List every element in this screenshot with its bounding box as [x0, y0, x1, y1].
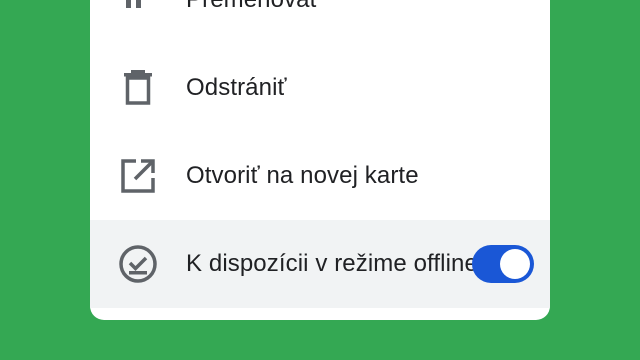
rename-icon [116, 0, 160, 22]
menu-item-label: Odstrániť [186, 74, 287, 101]
menu-item-offline[interactable]: K dispozícii v režime offline [90, 220, 550, 308]
menu-item-open-new-tab[interactable]: Otvoriť na novej karte [90, 132, 550, 220]
context-menu-sheet: Premenovať Odstrániť Otvoriť na nove [90, 0, 550, 320]
menu-item-label: Premenovať [186, 0, 319, 14]
menu-item-label: Otvoriť na novej karte [186, 162, 419, 189]
toggle-knob [500, 249, 530, 279]
menu-item-rename[interactable]: Premenovať [90, 0, 550, 44]
menu-item-label: K dispozícii v režime offline [186, 250, 478, 277]
trash-icon [116, 66, 160, 110]
menu-item-delete[interactable]: Odstrániť [90, 44, 550, 132]
open-in-new-icon [116, 154, 160, 198]
offline-check-icon [116, 242, 160, 286]
app-background: Premenovať Odstrániť Otvoriť na nove [0, 0, 640, 360]
offline-toggle[interactable] [472, 245, 534, 283]
